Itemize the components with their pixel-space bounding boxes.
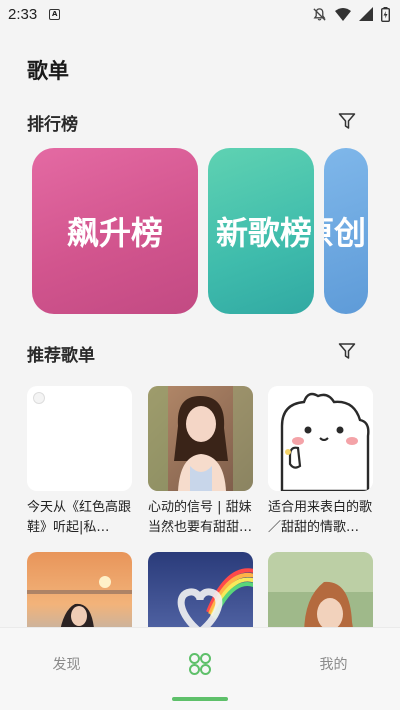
- rank-filter-button[interactable]: [336, 110, 358, 132]
- status-bar: 2:33 A: [0, 0, 400, 28]
- cellular-signal-icon: [359, 7, 373, 21]
- playlist-card[interactable]: 今天从《红色高跟鞋》听起|私…: [27, 386, 132, 538]
- bottom-nav: 发现 我的: [0, 627, 400, 710]
- playlist-card[interactable]: 心动的信号 | 甜妹当然也要有甜甜…: [148, 386, 253, 538]
- status-indicators: [312, 6, 390, 22]
- playlist-name: 今天从《红色高跟鞋》听起|私…: [27, 500, 132, 535]
- rank-section-title: 排行榜: [27, 115, 78, 135]
- playlist-card[interactable]: 适合用来表白的歌／甜甜的情歌…: [268, 386, 373, 538]
- nav-tab-mine[interactable]: 我的: [267, 628, 400, 700]
- rank-card-original[interactable]: 原创: [324, 148, 368, 314]
- playlist-name: 适合用来表白的歌／甜甜的情歌…: [268, 500, 373, 535]
- rank-card-soaring[interactable]: 飙升榜: [32, 148, 198, 314]
- rank-card-new-songs[interactable]: 新歌榜: [208, 148, 314, 314]
- playlist-cover-placeholder: [27, 386, 132, 491]
- grid-icon: [189, 653, 211, 675]
- filter-icon: [338, 113, 356, 129]
- nav-tab-label: 我的: [319, 657, 348, 673]
- playlist-cover-image: [148, 386, 253, 491]
- recommend-section-title: 推荐歌单: [27, 346, 95, 366]
- loading-placeholder-icon: [33, 392, 45, 404]
- filter-icon: [338, 343, 356, 359]
- active-tab-indicator: [172, 697, 228, 701]
- rank-card-label: 新歌榜: [216, 214, 313, 252]
- nav-tab-label: 发现: [52, 657, 81, 673]
- nav-tab-playlists[interactable]: [133, 628, 267, 700]
- battery-icon: [381, 6, 390, 22]
- status-time: 2:33: [8, 5, 38, 23]
- rank-card-label: 原创: [324, 214, 366, 252]
- playlist-cover-image: [268, 386, 373, 491]
- page-title: 歌单: [27, 59, 69, 83]
- mute-bell-icon: [313, 7, 326, 21]
- playlist-name: 心动的信号 | 甜妹当然也要有甜甜…: [148, 500, 253, 535]
- sim-icon: A: [49, 8, 61, 20]
- rank-card-row: 飙升榜 新歌榜 原创: [0, 148, 400, 316]
- rank-card-label: 飙升榜: [66, 214, 163, 252]
- nav-tab-discover[interactable]: 发现: [0, 628, 133, 700]
- wifi-icon: [335, 8, 351, 21]
- recommend-filter-button[interactable]: [336, 340, 358, 362]
